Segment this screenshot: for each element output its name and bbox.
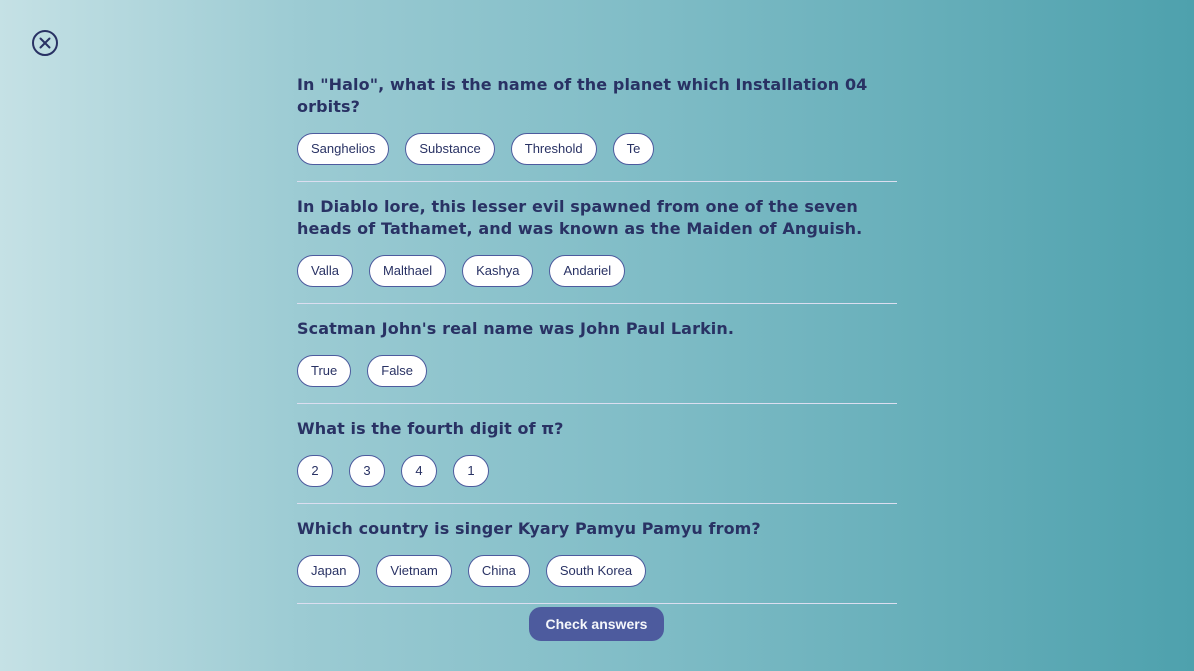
answer-option[interactable]: 2 — [297, 455, 333, 487]
answer-list: True False — [297, 355, 897, 387]
close-circle-icon — [31, 29, 59, 57]
answer-option[interactable]: Sanghelios — [297, 133, 390, 165]
answer-option[interactable]: False — [367, 355, 428, 387]
answer-option[interactable]: South Korea — [545, 555, 647, 587]
question-4: What is the fourth digit of π? 2 3 4 1 — [297, 418, 897, 504]
answer-option[interactable]: Valla — [297, 255, 353, 287]
question-text: Scatman John's real name was John Paul L… — [297, 319, 735, 338]
question-text: What is the fourth digit of π? — [297, 419, 564, 438]
answer-option[interactable]: Vietnam — [376, 555, 452, 587]
answer-option[interactable]: Threshold — [510, 133, 597, 165]
answer-option[interactable]: Japan — [297, 555, 361, 587]
answer-option[interactable]: 1 — [453, 455, 489, 487]
question-1: In "Halo", what is the name of the plane… — [297, 74, 897, 182]
quiz-container: In "Halo", what is the name of the plane… — [297, 74, 897, 618]
question-3: Scatman John's real name was John Paul L… — [297, 318, 897, 404]
answer-list: 2 3 4 1 — [297, 455, 897, 487]
answer-option[interactable]: China — [467, 555, 530, 587]
question-text: In "Halo", what is the name of the plane… — [297, 75, 868, 116]
question-5: Which country is singer Kyary Pamyu Pamy… — [297, 518, 897, 604]
answer-list: Valla Malthael Kashya Andariel — [297, 255, 897, 287]
answer-option[interactable]: 4 — [401, 455, 437, 487]
answer-option[interactable]: Substance — [405, 133, 495, 165]
question-text: In Diablo lore, this lesser evil spawned… — [297, 197, 863, 238]
close-button[interactable] — [31, 29, 59, 57]
answer-option[interactable]: 3 — [349, 455, 385, 487]
answer-option[interactable]: Malthael — [368, 255, 447, 287]
answer-list: Japan Vietnam China South Korea — [297, 555, 897, 587]
check-answers-button[interactable]: Check answers — [529, 607, 664, 641]
question-text: Which country is singer Kyary Pamyu Pamy… — [297, 519, 761, 538]
answer-list: Sanghelios Substance Threshold Te — [297, 133, 897, 165]
answer-option[interactable]: Andariel — [549, 255, 626, 287]
answer-option[interactable]: Kashya — [462, 255, 534, 287]
question-2: In Diablo lore, this lesser evil spawned… — [297, 196, 897, 304]
answer-option[interactable]: True — [297, 355, 352, 387]
answer-option[interactable]: Te — [612, 133, 655, 165]
